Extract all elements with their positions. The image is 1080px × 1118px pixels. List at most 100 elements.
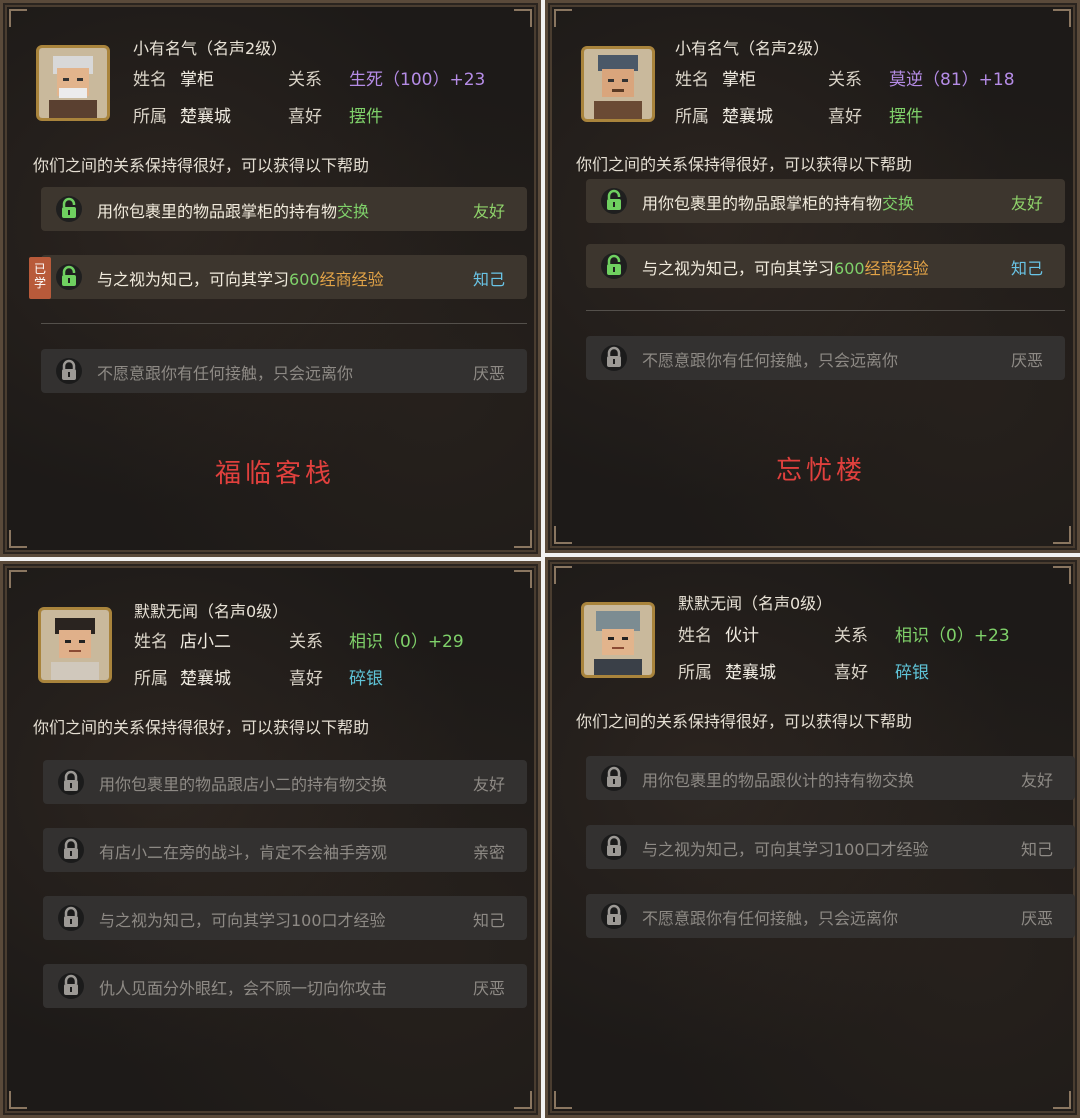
hobby-label: 喜好 (834, 663, 868, 683)
frame-corner (514, 9, 532, 27)
relation-value: 生死（100）+23 (349, 70, 486, 90)
affiliation-value: 楚襄城 (725, 663, 776, 683)
locked-icon (57, 768, 85, 796)
benefit-text: 用你包裹里的物品跟伙计的持有物交换 (642, 771, 915, 790)
cap-boy-portrait-icon[interactable] (581, 602, 655, 678)
benefit-row-learn[interactable]: 与之视为知己，可向其学习600经商经验 知己 (586, 244, 1065, 288)
benefit-tag: 友好 (1020, 771, 1053, 790)
affiliation-label: 所属 (675, 107, 709, 127)
npc-name: 店小二 (180, 632, 231, 652)
benefit-row-avoid[interactable]: 不愿意跟你有任何接触，只会远离你 厌恶 (41, 349, 527, 393)
frame-corner (554, 526, 572, 544)
relation-label: 关系 (289, 632, 323, 652)
frame-corner (1053, 566, 1071, 584)
benefit-row-avoid[interactable]: 不愿意跟你有任何接触，只会远离你 厌恶 (586, 336, 1065, 380)
benefit-tag: 亲密 (472, 843, 505, 862)
frame-corner (514, 1091, 532, 1109)
reputation-level: 默默无闻（名声0级） (678, 594, 833, 613)
benefit-tag: 厌恶 (1010, 351, 1043, 370)
locked-icon (57, 836, 85, 864)
npc-card-4: 默默无闻（名声0级） 姓名 伙计 关系 相识（0）+23 所属 楚襄城 喜好 碎… (545, 557, 1080, 1118)
locked-icon (57, 972, 85, 1000)
npc-name: 伙计 (725, 626, 759, 646)
relation-label: 关系 (288, 70, 322, 90)
frame-corner (1053, 9, 1071, 27)
benefit-tag: 知己 (1020, 840, 1053, 859)
help-intro: 你们之间的关系保持得很好，可以获得以下帮助 (576, 712, 913, 731)
unlocked-icon (600, 252, 628, 280)
affiliation-label: 所属 (134, 669, 168, 689)
benefit-text: 与之视为知己，可向其学习100口才经验 (99, 911, 386, 930)
locked-icon (600, 764, 628, 792)
relation-label: 关系 (828, 70, 862, 90)
reputation-level: 小有名气（名声2级） (675, 39, 830, 58)
help-intro: 你们之间的关系保持得很好，可以获得以下帮助 (576, 155, 913, 174)
reputation-level: 默默无闻（名声0级） (134, 602, 289, 621)
affiliation-label: 所属 (133, 107, 167, 127)
benefit-text: 不愿意跟你有任何接触，只会远离你 (642, 909, 899, 928)
hobby-label: 喜好 (828, 107, 862, 127)
benefit-text: 用你包裹里的物品跟掌柜的持有物交换 (642, 194, 915, 213)
benefit-text: 有店小二在旁的战斗，肯定不会袖手旁观 (99, 843, 388, 862)
benefit-tag: 厌恶 (1020, 909, 1053, 928)
unlocked-icon (55, 263, 83, 291)
name-label: 姓名 (133, 70, 167, 90)
reputation-level: 小有名气（名声2级） (133, 39, 288, 58)
benefit-row-learn[interactable]: 已学 与之视为知己，可向其学习600经商经验 知己 (29, 255, 527, 299)
name-label: 姓名 (675, 70, 709, 90)
benefit-tag: 友好 (1010, 194, 1043, 213)
hobby-value: 碎银 (895, 663, 929, 683)
benefit-text: 与之视为知己，可向其学习600经商经验 (642, 259, 929, 278)
affiliation-label: 所属 (678, 663, 712, 683)
benefit-tag: 厌恶 (472, 364, 505, 383)
frame-corner (9, 570, 27, 588)
frame-corner (554, 1091, 572, 1109)
place-caption: 福临客栈 (215, 459, 336, 489)
relation-label: 关系 (834, 626, 868, 646)
young-man-portrait-icon[interactable] (38, 607, 112, 683)
benefit-text: 用你包裹里的物品跟店小二的持有物交换 (99, 775, 388, 794)
frame-corner (554, 9, 572, 27)
benefit-row-trade[interactable]: 用你包裹里的物品跟伙计的持有物交换 友好 (586, 756, 1075, 800)
old-man-portrait-icon[interactable] (36, 45, 110, 121)
npc-card-1: 小有名气（名声2级） 姓名 掌柜 关系 生死（100）+23 所属 楚襄城 喜好… (0, 0, 541, 557)
benefit-row-learn[interactable]: 与之视为知己，可向其学习100口才经验 知己 (43, 896, 527, 940)
benefit-row-avoid[interactable]: 不愿意跟你有任何接触，只会远离你 厌恶 (586, 894, 1075, 938)
frame-corner (9, 530, 27, 548)
benefit-text: 仇人见面分外眼红，会不顾一切向你攻击 (99, 979, 388, 998)
npc-name: 掌柜 (722, 70, 756, 90)
hobby-label: 喜好 (288, 107, 322, 127)
benefit-tag: 知己 (1010, 259, 1043, 278)
benefit-text: 与之视为知己，可向其学习600经商经验 (97, 270, 384, 289)
benefit-row-trade[interactable]: 用你包裹里的物品跟店小二的持有物交换 友好 (43, 760, 527, 804)
benefit-tag: 厌恶 (472, 979, 505, 998)
frame-corner (1053, 526, 1071, 544)
npc-card-2: 小有名气（名声2级） 姓名 掌柜 关系 莫逆（81）+18 所属 楚襄城 喜好 … (545, 0, 1080, 553)
frame-corner (554, 566, 572, 584)
frame-corner (1053, 1091, 1071, 1109)
npc-card-3: 默默无闻（名声0级） 姓名 店小二 关系 相识（0）+29 所属 楚襄城 喜好 … (0, 561, 541, 1118)
locked-icon (55, 357, 83, 385)
affiliation-value: 楚襄城 (722, 107, 773, 127)
locked-icon (600, 344, 628, 372)
benefit-tag: 友好 (472, 202, 505, 221)
hat-man-portrait-icon[interactable] (581, 46, 655, 122)
npc-name: 掌柜 (180, 70, 214, 90)
benefit-row-trade[interactable]: 用你包裹里的物品跟掌柜的持有物交换 友好 (41, 187, 527, 231)
hobby-value: 摆件 (349, 107, 383, 127)
benefit-tag: 友好 (472, 775, 505, 794)
benefit-row-trade[interactable]: 用你包裹里的物品跟掌柜的持有物交换 友好 (586, 179, 1065, 223)
relation-value: 相识（0）+29 (349, 632, 464, 652)
benefit-row-assist[interactable]: 有店小二在旁的战斗，肯定不会袖手旁观 亲密 (43, 828, 527, 872)
name-label: 姓名 (678, 626, 712, 646)
place-caption: 忘忧楼 (776, 456, 867, 486)
benefit-text: 不愿意跟你有任何接触，只会远离你 (97, 364, 354, 383)
relation-value: 莫逆（81）+18 (889, 70, 1015, 90)
benefit-text: 用你包裹里的物品跟掌柜的持有物交换 (97, 202, 370, 221)
affiliation-value: 楚襄城 (180, 669, 231, 689)
divider (41, 323, 527, 324)
hobby-label: 喜好 (289, 669, 323, 689)
benefit-row-learn[interactable]: 与之视为知己，可向其学习100口才经验 知己 (586, 825, 1075, 869)
locked-icon (57, 904, 85, 932)
benefit-row-hostile[interactable]: 仇人见面分外眼红，会不顾一切向你攻击 厌恶 (43, 964, 527, 1008)
